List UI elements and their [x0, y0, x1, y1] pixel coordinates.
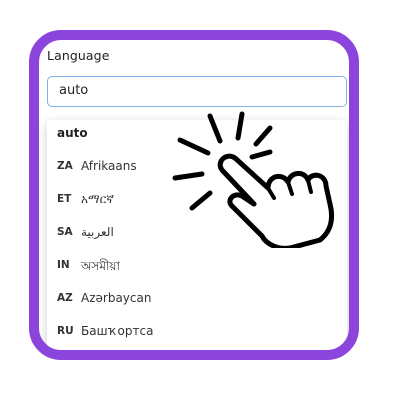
option-code: AZ: [57, 292, 73, 304]
option-name: አማርኛ: [81, 192, 114, 206]
option-assamese[interactable]: IN অসমীয়া: [47, 252, 347, 280]
option-bashkir[interactable]: RU Башҡортса: [47, 318, 347, 346]
option-azerbaijani[interactable]: AZ Azərbaycan: [47, 285, 347, 313]
language-select[interactable]: auto: [47, 76, 347, 107]
option-name: العربية: [81, 225, 114, 239]
option-name: Afrikaans: [81, 159, 137, 173]
option-name: Башҡортса: [81, 324, 154, 338]
option-code: IN: [57, 259, 70, 271]
option-name: অসমীয়া: [81, 259, 120, 273]
pointing-hand-click-icon: [172, 111, 335, 248]
option-code: ET: [57, 193, 72, 205]
option-name: auto: [57, 126, 88, 140]
option-code: RU: [57, 325, 74, 337]
option-code: SA: [57, 226, 73, 238]
language-label: Language: [47, 48, 110, 63]
language-select-value: auto: [59, 83, 89, 98]
option-code: ZA: [57, 160, 73, 172]
option-name: Azərbaycan: [81, 291, 152, 305]
